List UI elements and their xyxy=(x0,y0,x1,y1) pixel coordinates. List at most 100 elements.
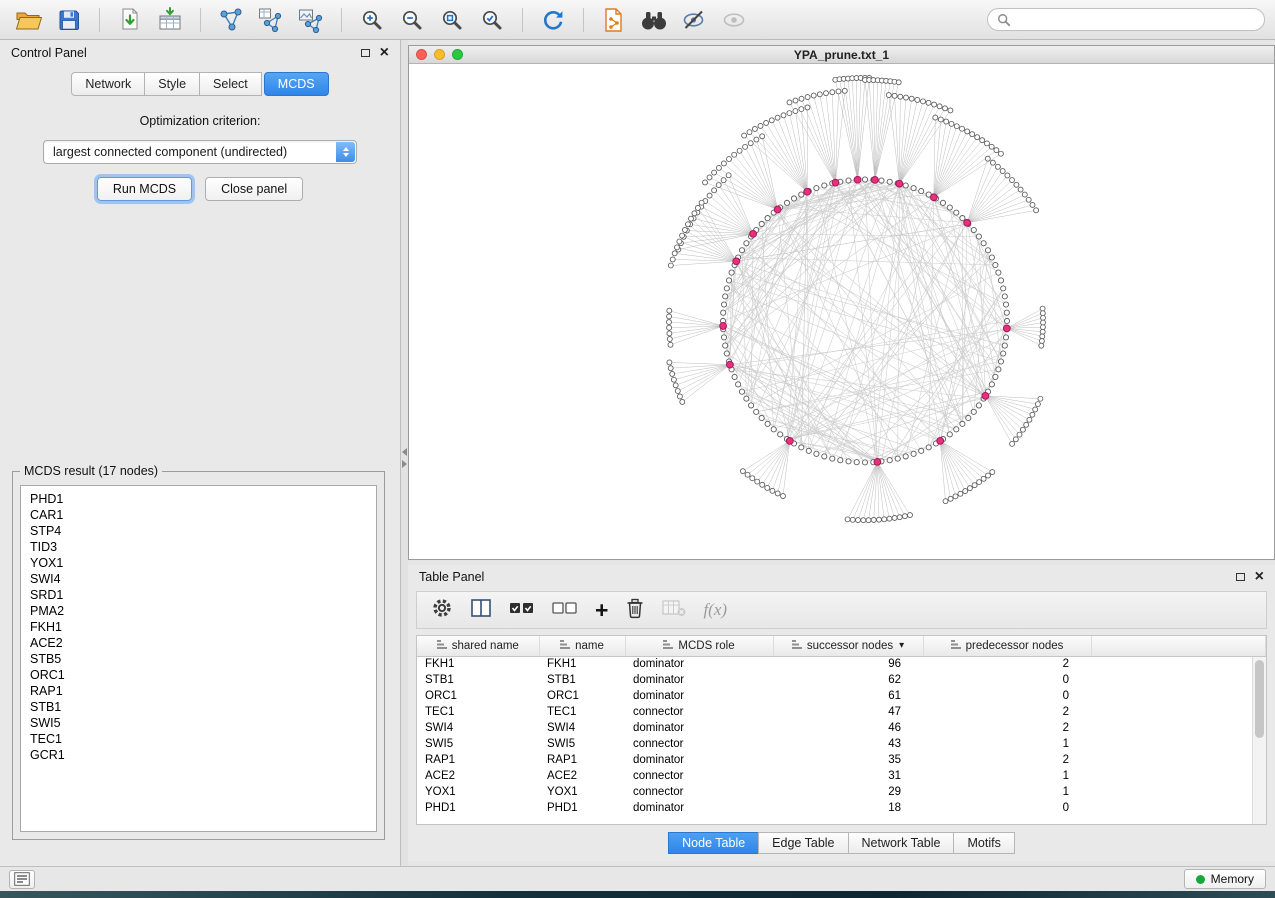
network-leaf-node[interactable] xyxy=(721,161,726,166)
network-node[interactable] xyxy=(739,248,744,253)
network-leaf-node[interactable] xyxy=(721,178,726,183)
show-graphics-details-button[interactable] xyxy=(715,4,753,36)
cell-shared-name[interactable]: RAP1 xyxy=(417,752,539,768)
mcds-result-item[interactable]: TID3 xyxy=(30,539,367,555)
network-dominator-node[interactable] xyxy=(733,258,740,265)
network-node[interactable] xyxy=(971,227,976,232)
network-dominator-node[interactable] xyxy=(937,437,944,444)
network-dominator-node[interactable] xyxy=(1003,325,1010,332)
deselect-all-columns-button[interactable] xyxy=(552,599,578,622)
table-row[interactable]: RAP1RAP1dominator352 xyxy=(417,752,1266,768)
network-leaf-node[interactable] xyxy=(886,93,891,98)
network-node[interactable] xyxy=(911,186,916,191)
network-node[interactable] xyxy=(799,445,804,450)
new-network-button[interactable] xyxy=(212,4,250,36)
zoom-selected-button[interactable] xyxy=(473,4,511,36)
network-node[interactable] xyxy=(723,343,728,348)
network-leaf-node[interactable] xyxy=(672,251,677,256)
open-session-button[interactable] xyxy=(10,4,48,36)
network-dominator-node[interactable] xyxy=(774,206,781,213)
hide-graphics-details-button[interactable] xyxy=(675,4,713,36)
network-node[interactable] xyxy=(985,248,990,253)
cell-shared-name[interactable]: ACE2 xyxy=(417,768,539,784)
network-dominator-node[interactable] xyxy=(804,188,811,195)
network-leaf-node[interactable] xyxy=(985,156,990,161)
network-leaf-node[interactable] xyxy=(793,109,798,114)
network-node[interactable] xyxy=(736,382,741,387)
tab-node-table[interactable]: Node Table xyxy=(668,832,759,854)
network-leaf-node[interactable] xyxy=(1022,192,1027,197)
cell-shared-name[interactable]: SWI5 xyxy=(417,736,539,752)
network-node[interactable] xyxy=(1004,310,1009,315)
network-leaf-node[interactable] xyxy=(1024,422,1029,427)
network-leaf-node[interactable] xyxy=(1040,311,1045,316)
network-node[interactable] xyxy=(791,196,796,201)
cell-mcds-role[interactable]: connector xyxy=(625,784,773,800)
search-input[interactable] xyxy=(1017,13,1255,27)
network-leaf-node[interactable] xyxy=(944,119,949,124)
network-node[interactable] xyxy=(989,382,994,387)
float-panel-icon[interactable] xyxy=(1236,573,1245,581)
network-node[interactable] xyxy=(1003,335,1008,340)
window-minimize-icon[interactable] xyxy=(434,49,445,60)
network-leaf-node[interactable] xyxy=(965,129,970,134)
network-leaf-node[interactable] xyxy=(972,483,977,488)
save-session-button[interactable] xyxy=(50,4,88,36)
table-row[interactable]: ORC1ORC1dominator610 xyxy=(417,688,1266,704)
delete-column-button[interactable] xyxy=(625,597,645,624)
panel-splitter[interactable] xyxy=(401,40,408,866)
mcds-result-item[interactable]: STP4 xyxy=(30,523,367,539)
network-leaf-node[interactable] xyxy=(754,137,759,142)
network-leaf-node[interactable] xyxy=(989,144,994,149)
network-dominator-node[interactable] xyxy=(982,392,989,399)
table-row[interactable]: TEC1TEC1connector472 xyxy=(417,704,1266,720)
tab-mcds[interactable]: MCDS xyxy=(264,72,329,96)
network-node[interactable] xyxy=(940,200,945,205)
network-leaf-node[interactable] xyxy=(949,121,954,126)
network-leaf-node[interactable] xyxy=(842,88,847,93)
cell-name[interactable]: FKH1 xyxy=(539,656,625,672)
network-leaf-node[interactable] xyxy=(871,517,876,522)
table-row[interactable]: SWI4SWI4dominator462 xyxy=(417,720,1266,736)
table-row[interactable]: YOX1YOX1connector291 xyxy=(417,784,1266,800)
network-node[interactable] xyxy=(822,183,827,188)
network-node[interactable] xyxy=(887,458,892,463)
network-leaf-node[interactable] xyxy=(986,473,991,478)
mcds-result-item[interactable]: SWI5 xyxy=(30,715,367,731)
cell-predecessor-nodes[interactable]: 0 xyxy=(923,688,1091,704)
network-leaf-node[interactable] xyxy=(667,337,672,342)
cell-shared-name[interactable]: PHD1 xyxy=(417,800,539,816)
network-node[interactable] xyxy=(838,458,843,463)
network-leaf-node[interactable] xyxy=(958,491,963,496)
network-leaf-node[interactable] xyxy=(915,97,920,102)
zoom-fit-button[interactable] xyxy=(433,4,471,36)
cell-name[interactable]: PHD1 xyxy=(539,800,625,816)
network-leaf-node[interactable] xyxy=(732,152,737,157)
network-leaf-node[interactable] xyxy=(755,479,760,484)
network-leaf-node[interactable] xyxy=(1034,208,1039,213)
add-column-button[interactable]: + xyxy=(595,600,608,620)
network-leaf-node[interactable] xyxy=(747,130,752,135)
network-node[interactable] xyxy=(822,454,827,459)
network-leaf-node[interactable] xyxy=(775,491,780,496)
cell-successor-nodes[interactable]: 18 xyxy=(773,800,923,816)
cell-successor-nodes[interactable]: 31 xyxy=(773,768,923,784)
refresh-layout-button[interactable] xyxy=(534,4,572,36)
network-node[interactable] xyxy=(993,262,998,267)
mcds-result-item[interactable]: SRD1 xyxy=(30,587,367,603)
network-node[interactable] xyxy=(729,270,734,275)
network-leaf-node[interactable] xyxy=(1020,427,1025,432)
network-leaf-node[interactable] xyxy=(703,180,708,185)
network-node[interactable] xyxy=(954,210,959,215)
network-leaf-node[interactable] xyxy=(667,331,672,336)
network-dominator-node[interactable] xyxy=(872,176,879,183)
network-leaf-node[interactable] xyxy=(675,388,680,393)
export-document-button[interactable] xyxy=(595,4,633,36)
network-dominator-node[interactable] xyxy=(964,219,971,226)
network-leaf-node[interactable] xyxy=(667,325,672,330)
network-dominator-node[interactable] xyxy=(874,459,881,466)
memory-button[interactable]: Memory xyxy=(1184,869,1266,889)
cell-name[interactable]: TEC1 xyxy=(539,704,625,720)
cell-successor-nodes[interactable]: 46 xyxy=(773,720,923,736)
select-all-columns-button[interactable] xyxy=(509,599,535,622)
